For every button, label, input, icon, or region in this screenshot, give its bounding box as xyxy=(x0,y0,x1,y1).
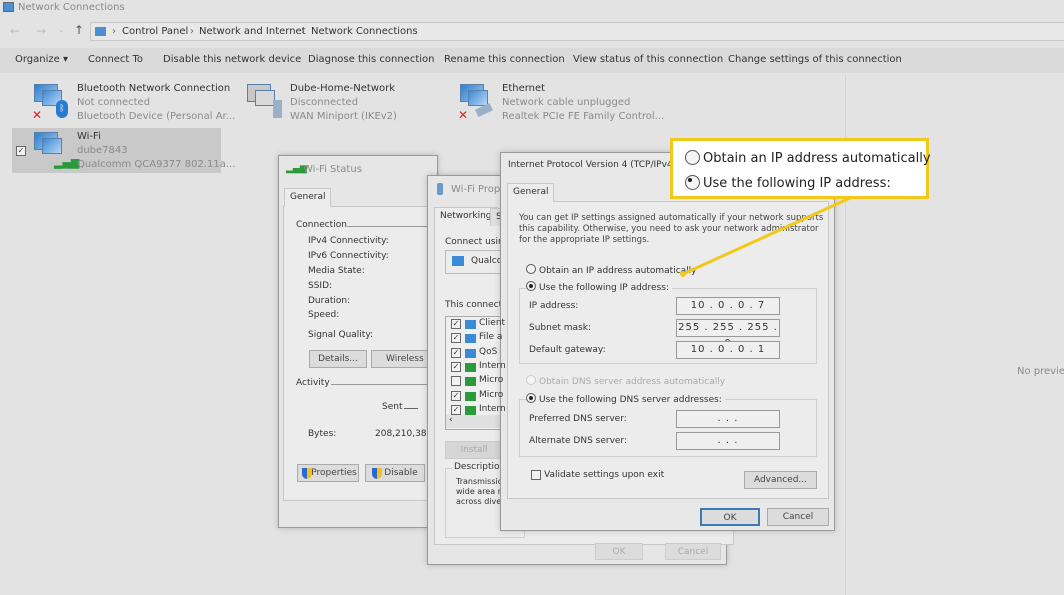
zoom-callout: Obtain an IP address automatically Use t… xyxy=(670,138,931,199)
component-item[interactable]: Micro xyxy=(451,375,503,388)
component-icon xyxy=(465,320,476,329)
component-label: Micro xyxy=(479,389,504,400)
component-item[interactable]: ✓ Intern xyxy=(451,360,506,374)
radio-selected-icon xyxy=(685,175,700,190)
component-icon xyxy=(465,405,476,415)
component-checkbox[interactable] xyxy=(451,376,461,387)
radio-empty-icon xyxy=(685,150,700,165)
component-label: QoS xyxy=(479,346,498,357)
callout-pointer xyxy=(680,196,851,277)
component-label: Intern xyxy=(479,403,506,414)
component-checkbox[interactable]: ✓ xyxy=(451,390,461,401)
component-checkbox[interactable]: ✓ xyxy=(451,333,461,344)
component-item[interactable]: ✓ Client xyxy=(451,318,506,331)
component-item[interactable]: ✓ Intern xyxy=(451,403,506,417)
component-icon xyxy=(465,391,476,401)
callout-obtain-text: Obtain an IP address automatically xyxy=(703,151,931,166)
component-icon xyxy=(465,334,476,344)
component-item[interactable]: ✓ Micro xyxy=(451,390,503,403)
callout-use-text: Use the following IP address: xyxy=(703,176,891,191)
component-label: Client xyxy=(479,318,506,328)
component-checkbox[interactable]: ✓ xyxy=(451,347,461,358)
component-label: Micro xyxy=(479,375,504,386)
component-checkbox[interactable]: ✓ xyxy=(451,404,461,415)
component-item[interactable]: ✓ QoS xyxy=(451,347,503,360)
component-item[interactable]: ✓ File a xyxy=(451,332,503,345)
component-icon xyxy=(465,377,476,387)
component-icon xyxy=(465,362,476,372)
component-checkbox[interactable]: ✓ xyxy=(451,361,461,372)
component-checkbox[interactable]: ✓ xyxy=(451,319,461,329)
component-icon xyxy=(465,348,476,358)
component-label: File a xyxy=(479,332,503,343)
component-label: Intern xyxy=(479,360,506,371)
